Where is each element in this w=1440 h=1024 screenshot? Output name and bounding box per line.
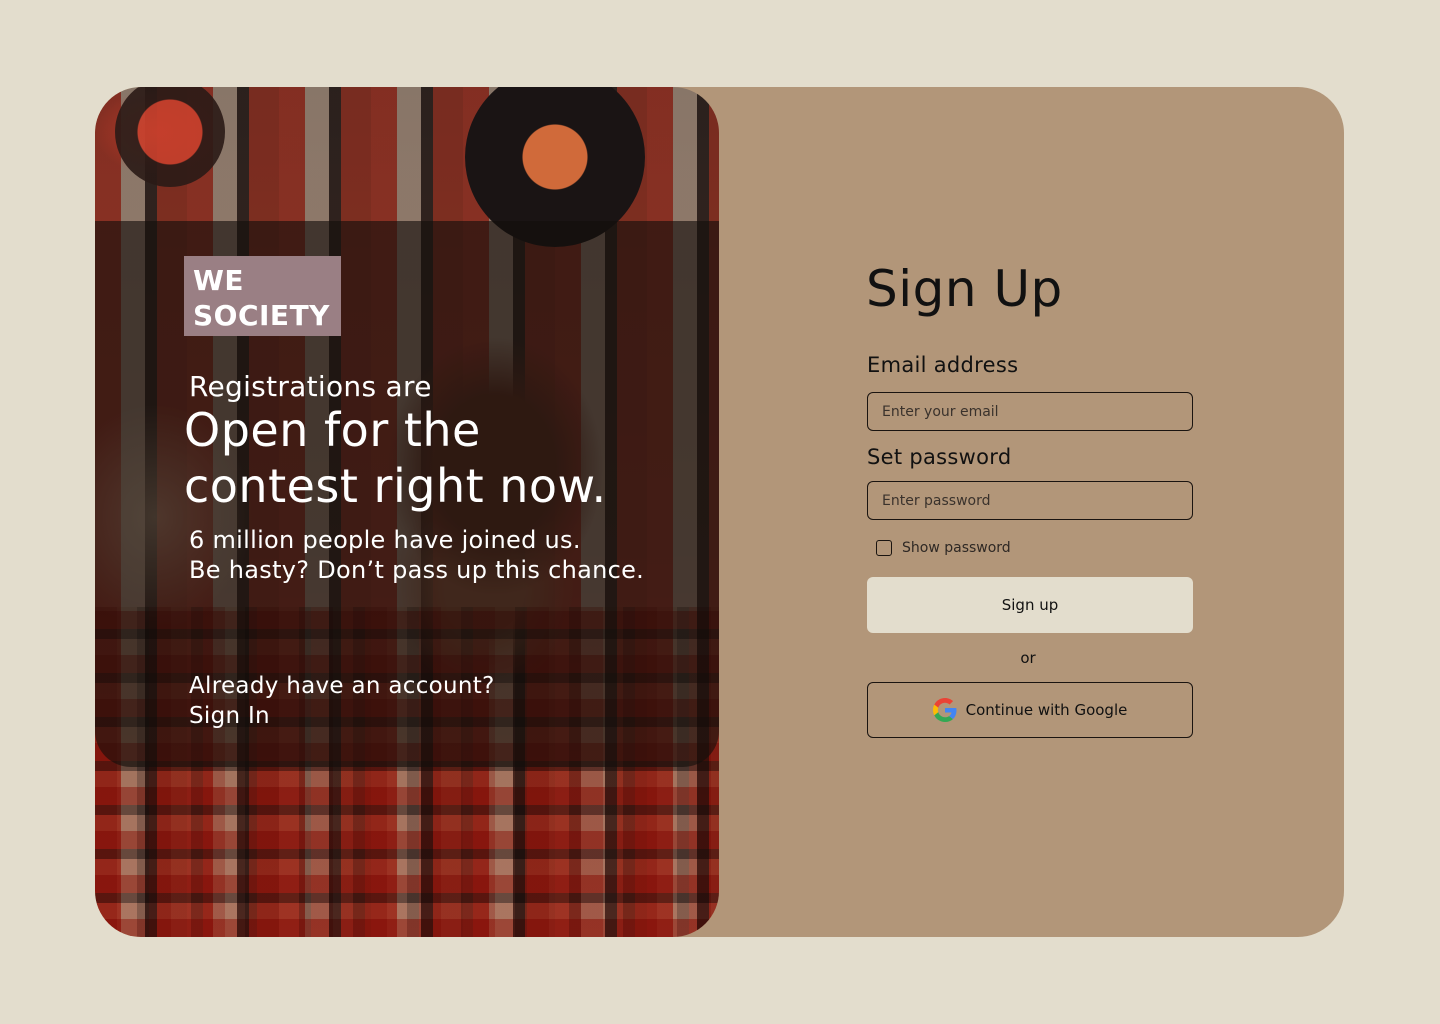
show-password-checkbox[interactable] (876, 540, 892, 556)
promo-lead-text: Registrations are (189, 370, 432, 403)
email-label: Email address (867, 353, 1019, 377)
already-have-account-text: Already have an account? (189, 673, 495, 699)
sign-in-link[interactable]: Sign In (189, 701, 270, 731)
brand-logo-text: WE SOCIETY (193, 264, 330, 332)
password-label: Set password (867, 445, 1012, 469)
google-logo-icon (932, 698, 957, 722)
password-field[interactable] (867, 481, 1193, 520)
show-password-label: Show password (902, 540, 1011, 556)
continue-with-google-button[interactable]: Continue with Google (867, 682, 1193, 738)
vinyl-record-image (115, 87, 225, 187)
page-title: Sign Up (866, 260, 1063, 318)
show-password-row[interactable]: Show password (876, 539, 1011, 557)
sign-up-button[interactable]: Sign up (867, 577, 1193, 633)
promo-subtext-line-2: Be hasty? Don’t pass up this chance. (189, 556, 645, 584)
continue-with-google-label: Continue with Google (965, 701, 1128, 719)
signup-card: WE SOCIETY Registrations are Open for th… (95, 87, 1344, 937)
email-field[interactable] (867, 392, 1193, 431)
promo-subtext-line-1: 6 million people have joined us. (189, 526, 581, 554)
promo-headline: Open for the contest right now. (184, 403, 607, 513)
promo-subtext: 6 million people have joined us. Be hast… (189, 525, 709, 585)
or-divider-text: or (1020, 649, 1036, 667)
